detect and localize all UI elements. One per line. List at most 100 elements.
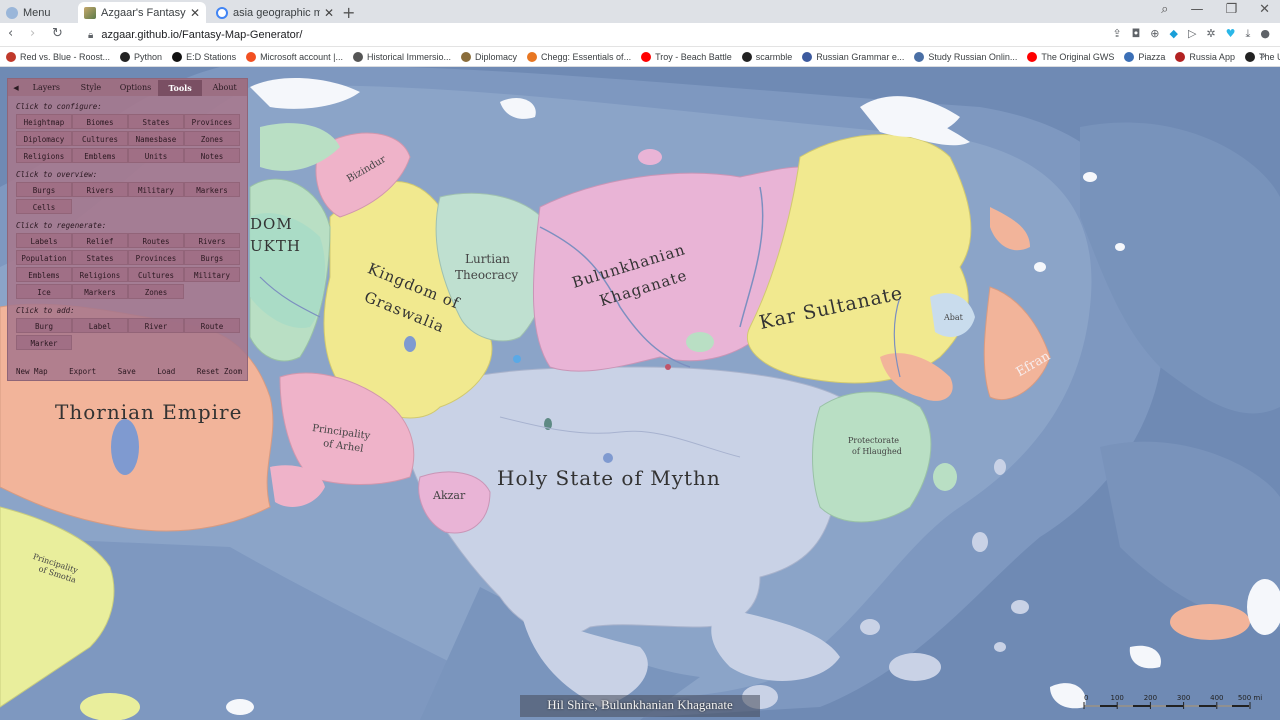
regenerate-burgs-button[interactable]: Burgs [184, 250, 240, 265]
overview-markers-button[interactable]: Markers [184, 182, 240, 197]
tab-style[interactable]: Style [69, 80, 114, 95]
configure-heightmap-button[interactable]: Heightmap [16, 114, 72, 129]
regenerate-cultures-button[interactable]: Cultures [128, 267, 184, 282]
label-lurtian[interactable]: Lurtian [465, 252, 510, 266]
download-icon[interactable]: ⤓ [1246, 27, 1251, 41]
regenerate-labels-button[interactable]: Labels [16, 233, 72, 248]
regenerate-routes-button[interactable]: Routes [128, 233, 184, 248]
configure-states-button[interactable]: States [128, 114, 184, 129]
back-icon[interactable]: ‹ [8, 26, 13, 41]
configure-provinces-button[interactable]: Provinces [184, 114, 240, 129]
overview-burgs-button[interactable]: Burgs [16, 182, 72, 197]
bookmark-item[interactable]: Piazza [1124, 51, 1166, 62]
bookmark-item[interactable]: Red vs. Blue - Roost... [6, 51, 110, 62]
bookmark-item[interactable]: scarmble [741, 51, 792, 62]
search-tabs-icon[interactable]: ⌕ [1161, 2, 1168, 17]
save-button[interactable]: Save [118, 367, 136, 376]
configure-notes-button[interactable]: Notes [184, 148, 240, 163]
bookmark-item[interactable]: E:D Stations [172, 51, 236, 62]
configure-zones-button[interactable]: Zones [184, 131, 240, 146]
bookmark-item[interactable]: Russian Grammar e... [802, 51, 904, 62]
label-protectorate-2[interactable]: of Hlaughed [852, 447, 902, 456]
camera-icon[interactable]: ◘ [1132, 27, 1141, 41]
bookmark-item[interactable]: Study Russian Onlin... [914, 51, 1017, 62]
label-abat[interactable]: Abat [944, 313, 963, 322]
bookmark-label: Microsoft account |... [260, 51, 343, 62]
heart-icon[interactable]: ♥ [1226, 27, 1236, 41]
tab-layers[interactable]: Layers [24, 80, 69, 95]
tab-asia-map[interactable]: asia geographic map - Goo ✕ [210, 2, 340, 23]
more-bookmarks-icon[interactable]: » [1259, 49, 1266, 62]
reload-icon[interactable]: ↻ [52, 26, 63, 41]
configure-emblems-button[interactable]: Emblems [72, 148, 128, 163]
regenerate-provinces-button[interactable]: Provinces [128, 250, 184, 265]
bookmark-item[interactable]: The Original GWS [1027, 51, 1114, 62]
shield-icon[interactable]: ◆ [1169, 27, 1177, 41]
regenerate-rivers-button[interactable]: Rivers [184, 233, 240, 248]
configure-units-button[interactable]: Units [128, 148, 184, 163]
bookmark-favicon-icon [172, 51, 183, 62]
label-kingdom-ukth[interactable]: UKTH [250, 237, 301, 255]
overview-rivers-button[interactable]: Rivers [72, 182, 128, 197]
play-icon[interactable]: ▷ [1188, 27, 1196, 41]
configure-cultures-button[interactable]: Cultures [72, 131, 128, 146]
regenerate-population-button[interactable]: Population [16, 250, 72, 265]
regenerate-states-button[interactable]: States [72, 250, 128, 265]
close-window-icon[interactable]: ✕ [1259, 2, 1270, 17]
regenerate-markers-button[interactable]: Markers [72, 284, 128, 299]
tab-tools[interactable]: Tools [157, 79, 203, 96]
share-icon[interactable]: ⇪ [1112, 27, 1121, 41]
url-field[interactable]: 🔒︎ azgaar.github.io/Fantasy-Map-Generato… [88, 26, 1128, 44]
new-map-button[interactable]: New Map [16, 367, 48, 376]
regenerate-relief-button[interactable]: Relief [72, 233, 128, 248]
configure-namesbase-button[interactable]: Namesbase [128, 131, 184, 146]
bookmark-item[interactable]: Historical Immersio... [352, 51, 451, 62]
export-button[interactable]: Export [69, 367, 96, 376]
configure-biomes-button[interactable]: Biomes [72, 114, 128, 129]
new-tab-icon[interactable]: + [342, 3, 355, 22]
bookmark-item[interactable]: Chegg: Essentials of... [527, 51, 631, 62]
close-tab-icon[interactable]: ✕ [190, 6, 200, 20]
minimize-icon[interactable]: — [1190, 2, 1203, 17]
add-river-button[interactable]: River [128, 318, 184, 333]
label-protectorate-1[interactable]: Protectorate [848, 436, 899, 445]
label-akzar[interactable]: Akzar [433, 489, 465, 502]
forward-icon[interactable]: › [30, 26, 35, 41]
zoom-icon[interactable]: ⊕ [1150, 27, 1159, 41]
load-button[interactable]: Load [157, 367, 175, 376]
bookmark-item[interactable]: Microsoft account |... [246, 51, 343, 62]
label-theocracy[interactable]: Theocracy [455, 268, 518, 282]
regenerate-emblems-button[interactable]: Emblems [16, 267, 72, 282]
tab-about[interactable]: About [202, 80, 247, 95]
overview-cells-button[interactable]: Cells [16, 199, 72, 214]
add-route-button[interactable]: Route [184, 318, 240, 333]
label-thornian-empire[interactable]: Thornian Empire [55, 400, 242, 424]
bookmark-item[interactable]: Russia App [1175, 51, 1235, 62]
collapse-panel-icon[interactable]: ◀ [8, 84, 24, 92]
add-label-button[interactable]: Label [72, 318, 128, 333]
reset-zoom-button[interactable]: Reset Zoom [197, 367, 242, 376]
regenerate-zones-button[interactable]: Zones [128, 284, 184, 299]
tab-options[interactable]: Options [113, 80, 158, 95]
bookmark-item[interactable]: Diplomacy [461, 51, 517, 62]
regenerate-religions-button[interactable]: Religions [72, 267, 128, 282]
profile-icon[interactable]: ● [1260, 27, 1270, 41]
bookmark-label: Piazza [1138, 51, 1166, 62]
menu-tab[interactable]: Menu [0, 2, 70, 23]
label-kingdom-dom[interactable]: DOM [250, 215, 293, 233]
add-marker-button[interactable]: Marker [16, 335, 72, 350]
bookmark-label: Historical Immersio... [366, 51, 451, 62]
restore-icon[interactable]: ❐ [1225, 2, 1237, 17]
bookmark-item[interactable]: Troy - Beach Battle [641, 51, 732, 62]
overview-military-button[interactable]: Military [128, 182, 184, 197]
configure-diplomacy-button[interactable]: Diplomacy [16, 131, 72, 146]
regenerate-military-button[interactable]: Military [184, 267, 240, 282]
configure-religions-button[interactable]: Religions [16, 148, 72, 163]
regenerate-ice-button[interactable]: Ice [16, 284, 72, 299]
label-holy-state-mythn[interactable]: Holy State of Mythn [497, 466, 721, 490]
add-burg-button[interactable]: Burg [16, 318, 72, 333]
puzzle-icon[interactable]: ✲ [1206, 27, 1215, 41]
close-tab-icon[interactable]: ✕ [324, 6, 334, 20]
tab-azgaar[interactable]: Azgaar's Fantasy Map Gene ✕ [78, 2, 206, 23]
bookmark-item[interactable]: Python [120, 51, 162, 62]
